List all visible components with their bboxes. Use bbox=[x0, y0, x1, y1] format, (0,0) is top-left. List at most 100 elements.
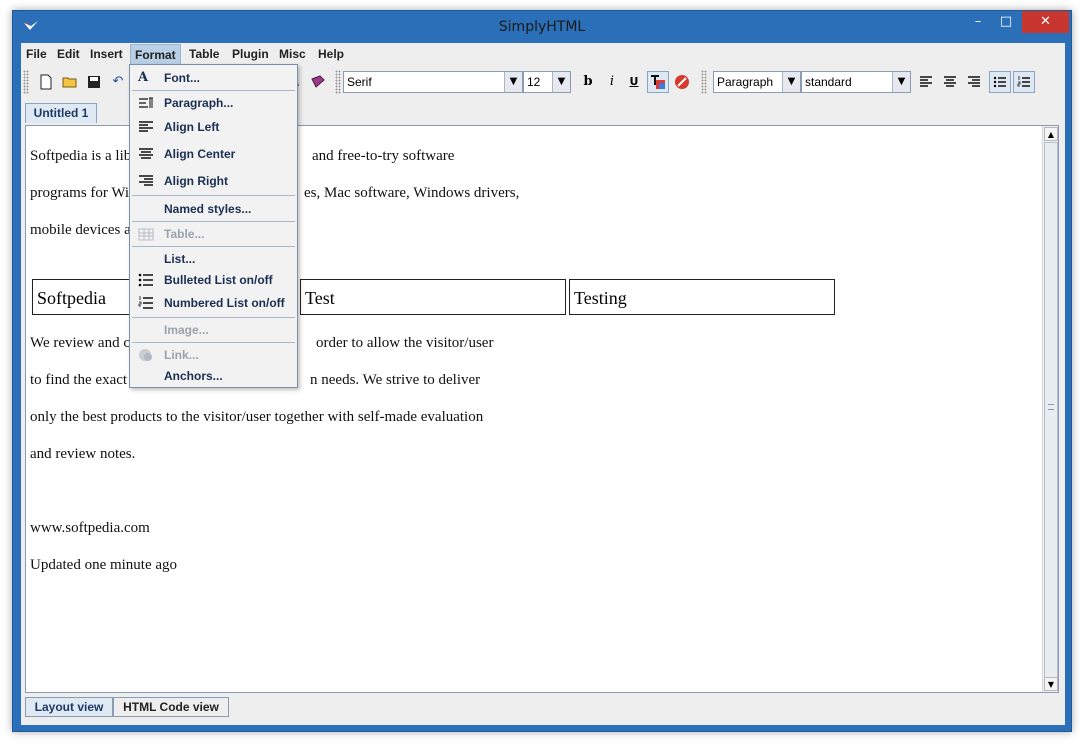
named-style-value: standard bbox=[805, 75, 852, 89]
spellcheck-button[interactable] bbox=[307, 71, 329, 93]
menu-file[interactable]: File bbox=[26, 47, 47, 61]
chevron-down-icon[interactable]: ▼ bbox=[504, 72, 522, 92]
table-cell[interactable]: Test bbox=[300, 279, 566, 315]
font-family-value: Serif bbox=[347, 75, 372, 89]
italic-button[interactable]: i bbox=[601, 71, 623, 93]
align-center-icon bbox=[139, 148, 153, 159]
toolbar-grip[interactable] bbox=[23, 70, 29, 94]
align-left-icon bbox=[920, 76, 932, 87]
align-right-button[interactable] bbox=[963, 71, 985, 93]
clear-format-button[interactable] bbox=[671, 71, 693, 93]
toolbar-grip[interactable] bbox=[701, 70, 707, 94]
open-button[interactable] bbox=[59, 71, 81, 93]
close-button[interactable]: ✕ bbox=[1022, 11, 1069, 33]
tab-html-code-view[interactable]: HTML Code view bbox=[113, 697, 229, 717]
numbered-list-icon bbox=[1017, 76, 1030, 87]
menu-item-label: Table... bbox=[164, 227, 205, 241]
save-button[interactable] bbox=[83, 71, 105, 93]
save-icon bbox=[88, 76, 100, 88]
document-text-line: mobile devices a bbox=[30, 222, 131, 238]
scrollbar-thumb[interactable] bbox=[1044, 142, 1058, 678]
menu-separator bbox=[132, 195, 295, 196]
font-icon: A bbox=[138, 70, 149, 85]
menu-item-align-right[interactable]: Align Right bbox=[130, 170, 297, 192]
document-text-line: programs for Wi bbox=[30, 185, 130, 201]
paragraph-style-select[interactable]: Paragraph ▼ bbox=[713, 71, 801, 93]
align-right-icon bbox=[968, 76, 980, 87]
document-text-line: only the best products to the visitor/us… bbox=[30, 409, 484, 425]
menu-item-align-center[interactable]: Align Center bbox=[130, 143, 297, 165]
vertical-scrollbar[interactable]: ▲ ▼ bbox=[1042, 126, 1058, 692]
maximize-button[interactable]: □ bbox=[993, 11, 1019, 33]
document-text-line: www.softpedia.com bbox=[30, 520, 150, 536]
document-text-line: to find the exact p bbox=[30, 372, 139, 388]
numbered-list-button[interactable] bbox=[1013, 71, 1035, 93]
scroll-up-icon[interactable]: ▲ bbox=[1044, 127, 1058, 141]
menu-misc[interactable]: Misc bbox=[279, 47, 306, 61]
new-document-button[interactable] bbox=[35, 71, 57, 93]
bulleted-list-icon bbox=[138, 273, 153, 287]
align-center-button[interactable] bbox=[939, 71, 961, 93]
menu-item-label: Anchors... bbox=[164, 369, 223, 383]
menu-insert[interactable]: Insert bbox=[90, 47, 123, 61]
menu-table[interactable]: Table bbox=[189, 47, 219, 61]
new-document-icon bbox=[40, 74, 52, 90]
underline-button[interactable]: U bbox=[623, 71, 645, 93]
link-icon bbox=[139, 349, 152, 361]
menu-item-paragraph[interactable]: Paragraph... bbox=[130, 92, 297, 114]
chevron-down-icon[interactable]: ▼ bbox=[892, 72, 910, 92]
menu-bar: File Edit Insert Format Table Plugin Mis… bbox=[21, 43, 1065, 66]
align-left-button[interactable] bbox=[915, 71, 937, 93]
document-text-line: n needs. We strive to deliver bbox=[310, 372, 481, 388]
menu-item-label: List... bbox=[164, 252, 196, 266]
document-text-line: and review notes. bbox=[30, 446, 136, 462]
menu-separator bbox=[132, 221, 295, 222]
bulleted-list-button[interactable] bbox=[989, 71, 1011, 93]
undo-button[interactable]: ↶ bbox=[107, 71, 129, 93]
document-text-line: order to allow the visitor/user bbox=[316, 335, 494, 351]
menu-item-named-styles[interactable]: Named styles... bbox=[130, 198, 297, 220]
menu-item-label: Link... bbox=[164, 348, 199, 362]
chevron-down-icon[interactable]: ▼ bbox=[782, 72, 800, 92]
menu-item-align-left[interactable]: Align Left bbox=[130, 116, 297, 138]
menu-edit[interactable]: Edit bbox=[57, 47, 80, 61]
table-cell[interactable]: Testing bbox=[569, 279, 835, 315]
title-bar[interactable]: SimplyHTML – □ ✕ bbox=[13, 11, 1071, 43]
undo-icon: ↶ bbox=[112, 74, 124, 89]
scroll-down-icon[interactable]: ▼ bbox=[1044, 677, 1058, 691]
menu-item-label: Bulleted List on/off bbox=[164, 273, 273, 287]
minimize-button[interactable]: – bbox=[965, 11, 991, 33]
menu-item-label: Align Center bbox=[164, 147, 236, 161]
menu-item-label: Named styles... bbox=[164, 202, 252, 216]
table-icon bbox=[138, 228, 154, 241]
font-size-value: 12 bbox=[527, 75, 541, 89]
document-text-line: es, Mac software, Windows drivers, bbox=[304, 185, 520, 201]
menu-help[interactable]: Help bbox=[318, 47, 344, 61]
menu-item-anchors[interactable]: Anchors... bbox=[130, 365, 297, 387]
text-color-icon bbox=[651, 75, 665, 89]
menu-item-link: Link... bbox=[130, 344, 297, 366]
toolbar-grip[interactable] bbox=[335, 70, 341, 94]
chevron-down-icon[interactable]: ▼ bbox=[552, 72, 570, 92]
menu-item-label: Align Right bbox=[164, 174, 228, 188]
paragraph-icon bbox=[139, 97, 153, 108]
named-style-select[interactable]: standard ▼ bbox=[801, 71, 911, 93]
text-color-button[interactable] bbox=[647, 71, 669, 93]
menu-item-image: Image... bbox=[130, 319, 297, 341]
tab-untitled-1[interactable]: Untitled 1 bbox=[25, 103, 97, 123]
paragraph-style-value: Paragraph bbox=[717, 75, 774, 89]
font-size-select[interactable]: 12 ▼ bbox=[523, 71, 571, 93]
menu-item-table: Table... bbox=[130, 223, 297, 245]
menu-item-list[interactable]: List... bbox=[130, 248, 297, 270]
tab-layout-view[interactable]: Layout view bbox=[25, 697, 113, 717]
bold-button[interactable]: b bbox=[577, 71, 599, 93]
menu-separator bbox=[132, 317, 295, 318]
menu-plugin[interactable]: Plugin bbox=[232, 47, 269, 61]
menu-item-label: Font... bbox=[164, 71, 200, 85]
font-family-select[interactable]: Serif ▼ bbox=[343, 71, 523, 93]
menu-format[interactable]: Format bbox=[130, 44, 181, 66]
menu-item-bulleted-list[interactable]: Bulleted List on/off bbox=[130, 269, 297, 291]
menu-item-font[interactable]: A Font... bbox=[130, 67, 297, 89]
menu-item-numbered-list[interactable]: Numbered List on/off bbox=[130, 292, 297, 314]
menu-item-label: Numbered List on/off bbox=[164, 296, 285, 310]
